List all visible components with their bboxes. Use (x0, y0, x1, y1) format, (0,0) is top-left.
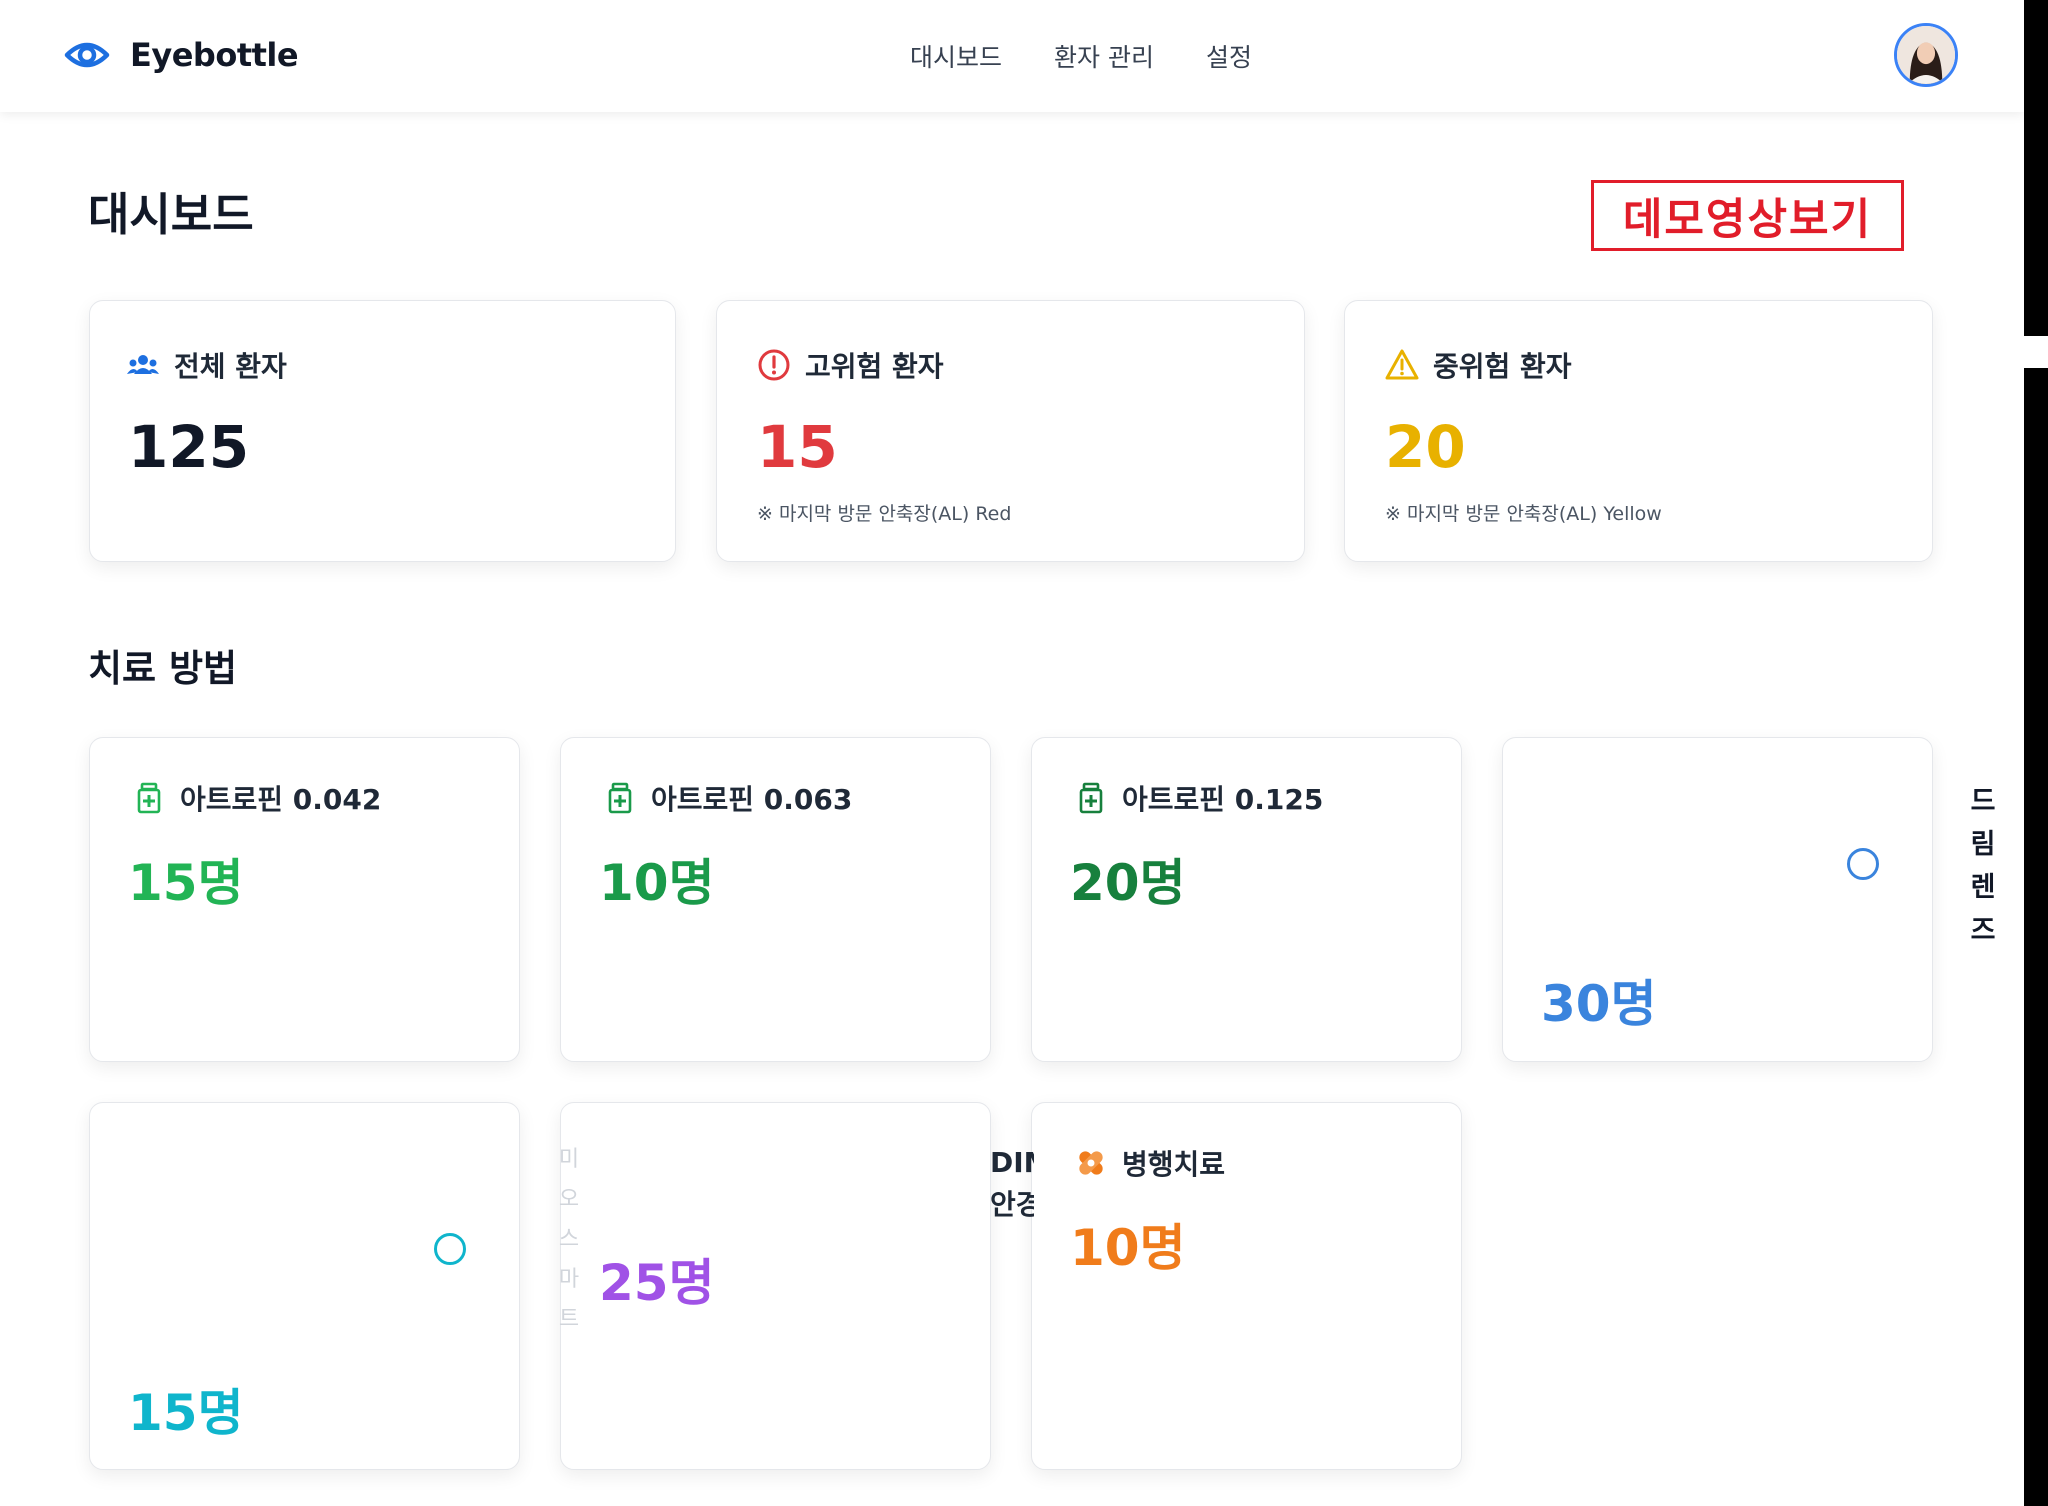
medium-risk-label: 중위험 환자 (1433, 350, 1572, 383)
treatment-count: 15명 (128, 1384, 244, 1442)
medium-risk-value: 20 (1385, 413, 1466, 481)
treatment-count: 20명 (1070, 854, 1186, 912)
high-risk-note: ※ 마지막 방문 안축장(AL) Red (757, 503, 1012, 525)
alert-circle-icon (758, 349, 790, 381)
medium-risk-card[interactable]: 중위험 환자 20 ※ 마지막 방문 안축장(AL) Yellow (1344, 300, 1933, 562)
dims-glasses-label: DIMS 안경 (990, 1146, 1034, 1221)
page-title: 대시보드 (88, 188, 254, 241)
user-avatar[interactable] (1894, 23, 1958, 87)
treatment-card-atropine-0125[interactable]: 아트로핀 0.125 20명 (1031, 737, 1462, 1062)
scrollbar-track[interactable] (2024, 368, 2048, 1506)
treatment-count: 15명 (128, 854, 244, 912)
nav-item-dashboard[interactable]: 대시보드 (910, 38, 1002, 74)
users-icon (127, 355, 159, 374)
medicine-bottle-icon (137, 782, 161, 814)
main-nav: 대시보드 환자 관리 설정 (910, 38, 1304, 74)
treatment-card-atropine-0042[interactable]: 아트로핀 0.042 15명 (89, 737, 520, 1062)
high-risk-card[interactable]: 고위험 환자 15 ※ 마지막 방문 안축장(AL) Red (716, 300, 1305, 562)
demo-video-button[interactable]: 데모영상보기 (1591, 180, 1904, 251)
total-patients-card[interactable]: 전체 환자 125 (89, 300, 676, 562)
top-navigation-bar: Eyebottle 대시보드 환자 관리 설정 (0, 0, 2024, 112)
high-risk-value: 15 (757, 413, 838, 481)
eye-icon (64, 42, 110, 68)
high-risk-label: 고위험 환자 (805, 350, 944, 383)
avatar-image (1897, 26, 1955, 84)
warning-triangle-icon (1385, 349, 1419, 380)
treatment-label: 아트로핀 0.063 (651, 783, 853, 816)
treatment-count: 10명 (1070, 1219, 1186, 1277)
treatment-count: 10명 (599, 854, 715, 912)
treatment-card-lens[interactable]: 15명 (89, 1102, 520, 1470)
treatment-card-atropine-0063[interactable]: 아트로핀 0.063 10명 (560, 737, 991, 1062)
dashboard-page: { "app": { "name": "Eyebottle" }, "nav":… (0, 0, 2048, 1506)
treatment-count: 25명 (599, 1254, 715, 1312)
circle-icon (1847, 848, 1879, 880)
medicine-bottle-icon (1079, 782, 1103, 814)
treatment-label: 아트로핀 0.042 (180, 783, 382, 816)
bandage-icon (1079, 1151, 1103, 1175)
treatment-card-combination[interactable]: 병행치료 10명 (1031, 1102, 1462, 1470)
medicine-bottle-icon (608, 782, 632, 814)
treatment-label: 아트로핀 0.125 (1122, 783, 1324, 816)
treatment-label: 병행치료 (1122, 1148, 1226, 1181)
dreamlens-label: 드 림 렌 즈 (1970, 786, 1996, 946)
medium-risk-note: ※ 마지막 방문 안축장(AL) Yellow (1385, 503, 1662, 525)
scrollbar[interactable] (2024, 0, 2048, 336)
treatment-section-title: 치료 방법 (88, 647, 238, 690)
app-name: Eyebottle (130, 36, 299, 74)
treatment-card-myosmart[interactable]: 25명 (560, 1102, 991, 1470)
treatment-count: 30명 (1541, 975, 1657, 1033)
total-patients-label: 전체 환자 (174, 350, 287, 383)
myosmart-label: 미 오 스 마 트 (558, 1147, 580, 1332)
brand-logo[interactable]: Eyebottle (64, 36, 299, 74)
nav-item-patients[interactable]: 환자 관리 (1054, 38, 1154, 74)
treatment-card-dreamlens[interactable]: 30명 (1502, 737, 1933, 1062)
nav-item-settings[interactable]: 설정 (1206, 38, 1252, 74)
total-patients-value: 125 (128, 413, 250, 481)
circle-icon (434, 1233, 466, 1265)
